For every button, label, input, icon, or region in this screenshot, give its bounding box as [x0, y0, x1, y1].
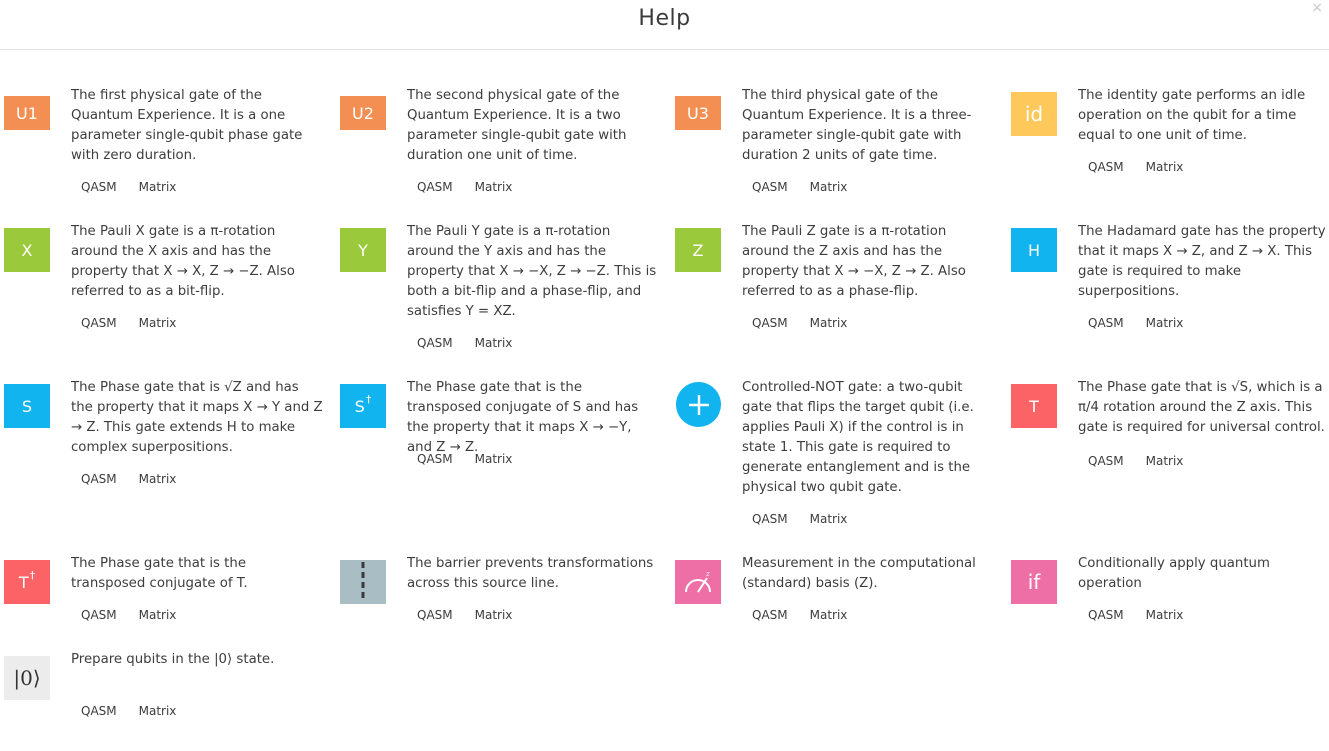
gate-description: Conditionally apply quantum operation: [1078, 556, 1270, 591]
matrix-link[interactable]: Matrix: [475, 336, 513, 350]
gate-sdg-icon: S †: [340, 384, 386, 428]
qasm-link[interactable]: QASM: [81, 608, 117, 622]
matrix-link[interactable]: Matrix: [139, 704, 177, 718]
gate-description: The second physical gate of the Quantum …: [407, 88, 627, 163]
qasm-link[interactable]: QASM: [1088, 454, 1124, 468]
barrier-icon: [340, 560, 386, 604]
gate-description: The Pauli Z gate is a π-rotation around …: [742, 224, 966, 299]
gate-description: Controlled-NOT gate: a two-qubit gate th…: [742, 380, 974, 495]
gate-tdg-icon: T †: [4, 560, 50, 604]
gate-description: The Phase gate that is the transposed co…: [71, 556, 248, 591]
gate-description: The first physical gate of the Quantum E…: [71, 88, 303, 163]
gate-zero-state-icon: |0⟩: [4, 656, 50, 700]
matrix-link[interactable]: Matrix: [139, 316, 177, 330]
gate-description: The barrier prevents transformations acr…: [407, 556, 654, 591]
gate-links: QASM Matrix: [752, 316, 869, 330]
qasm-link[interactable]: QASM: [81, 472, 117, 486]
gate-h-icon: H: [1011, 228, 1057, 272]
qasm-link[interactable]: QASM: [1088, 316, 1124, 330]
gate-links: QASM Matrix: [81, 316, 198, 330]
gate-links: QASM Matrix: [752, 180, 869, 194]
gate-links: QASM Matrix: [417, 608, 534, 622]
matrix-link[interactable]: Matrix: [475, 180, 513, 194]
gate-t-icon: T: [1011, 384, 1057, 428]
matrix-link[interactable]: Matrix: [139, 608, 177, 622]
matrix-link[interactable]: Matrix: [1146, 160, 1184, 174]
gate-links: QASM Matrix: [417, 452, 534, 466]
dagger-superscript: †: [365, 392, 372, 406]
qasm-link[interactable]: QASM: [752, 180, 788, 194]
qasm-link[interactable]: QASM: [81, 180, 117, 194]
svg-text:z: z: [705, 570, 710, 578]
gate-u2-icon: U2: [340, 96, 386, 130]
gate-description: The third physical gate of the Quantum E…: [742, 88, 972, 163]
gate-description: Prepare qubits in the |0⟩ state.: [71, 652, 275, 667]
gate-links: QASM Matrix: [752, 512, 869, 526]
gate-s-icon: S: [4, 384, 50, 428]
gate-y-icon: Y: [340, 228, 386, 272]
gate-description: The Phase gate that is √S, which is a π/…: [1078, 380, 1325, 435]
meter-glyph: z: [685, 570, 711, 593]
qasm-link[interactable]: QASM: [1088, 160, 1124, 174]
qasm-link[interactable]: QASM: [417, 180, 453, 194]
gate-links: QASM Matrix: [81, 472, 198, 486]
gate-description: Measurement in the computational (standa…: [742, 556, 976, 591]
matrix-link[interactable]: Matrix: [139, 180, 177, 194]
meter-icon: z: [675, 560, 721, 604]
gate-description: The Pauli Y gate is a π-rotation around …: [407, 224, 657, 319]
qasm-link[interactable]: QASM: [1088, 608, 1124, 622]
cnot-plus-icon: [676, 382, 721, 427]
gate-links: QASM Matrix: [1088, 454, 1205, 468]
matrix-link[interactable]: Matrix: [810, 316, 848, 330]
matrix-link[interactable]: Matrix: [1146, 608, 1184, 622]
gate-description: The Phase gate that is √Z and has the pr…: [71, 380, 323, 455]
gate-links: QASM Matrix: [417, 180, 534, 194]
gate-u3-icon: U3: [675, 96, 721, 130]
help-header: Help ×: [0, 0, 1329, 50]
qasm-link[interactable]: QASM: [81, 316, 117, 330]
gate-links: QASM Matrix: [81, 180, 198, 194]
qasm-link[interactable]: QASM: [81, 704, 117, 718]
qasm-link[interactable]: QASM: [417, 608, 453, 622]
gate-description: The Hadamard gate has the property that …: [1078, 224, 1326, 299]
gate-id-icon: id: [1011, 92, 1057, 136]
page-title: Help: [638, 6, 691, 31]
gate-z-icon: Z: [675, 228, 721, 272]
gate-description: The Pauli X gate is a π-rotation around …: [71, 224, 295, 299]
gate-description: The identity gate performs an idle opera…: [1078, 88, 1306, 143]
matrix-link[interactable]: Matrix: [475, 452, 513, 466]
qasm-link[interactable]: QASM: [417, 452, 453, 466]
gate-links: QASM Matrix: [1088, 316, 1205, 330]
qasm-link[interactable]: QASM: [752, 316, 788, 330]
matrix-link[interactable]: Matrix: [810, 512, 848, 526]
gate-links: QASM Matrix: [417, 336, 534, 350]
gate-links: QASM Matrix: [81, 704, 198, 718]
gate-x-icon: X: [4, 228, 50, 272]
matrix-link[interactable]: Matrix: [1146, 316, 1184, 330]
qasm-link[interactable]: QASM: [417, 336, 453, 350]
gate-description: The Phase gate that is the transposed co…: [407, 380, 639, 455]
dagger-superscript: †: [29, 568, 36, 582]
matrix-link[interactable]: Matrix: [475, 608, 513, 622]
qasm-link[interactable]: QASM: [752, 608, 788, 622]
gate-links: QASM Matrix: [1088, 608, 1205, 622]
qasm-link[interactable]: QASM: [752, 512, 788, 526]
plus-glyph: [688, 394, 709, 415]
gate-symbol: S: [354, 396, 365, 416]
matrix-link[interactable]: Matrix: [810, 180, 848, 194]
matrix-link[interactable]: Matrix: [139, 472, 177, 486]
gate-links: QASM Matrix: [752, 608, 869, 622]
gate-if-icon: if: [1011, 560, 1057, 604]
barrier-line-glyph: [361, 562, 365, 602]
gate-symbol: T: [18, 572, 29, 592]
close-icon[interactable]: ×: [1311, 0, 1323, 16]
gate-links: QASM Matrix: [81, 608, 198, 622]
matrix-link[interactable]: Matrix: [1146, 454, 1184, 468]
gate-links: QASM Matrix: [1088, 160, 1205, 174]
matrix-link[interactable]: Matrix: [810, 608, 848, 622]
gate-u1-icon: U1: [4, 96, 50, 130]
